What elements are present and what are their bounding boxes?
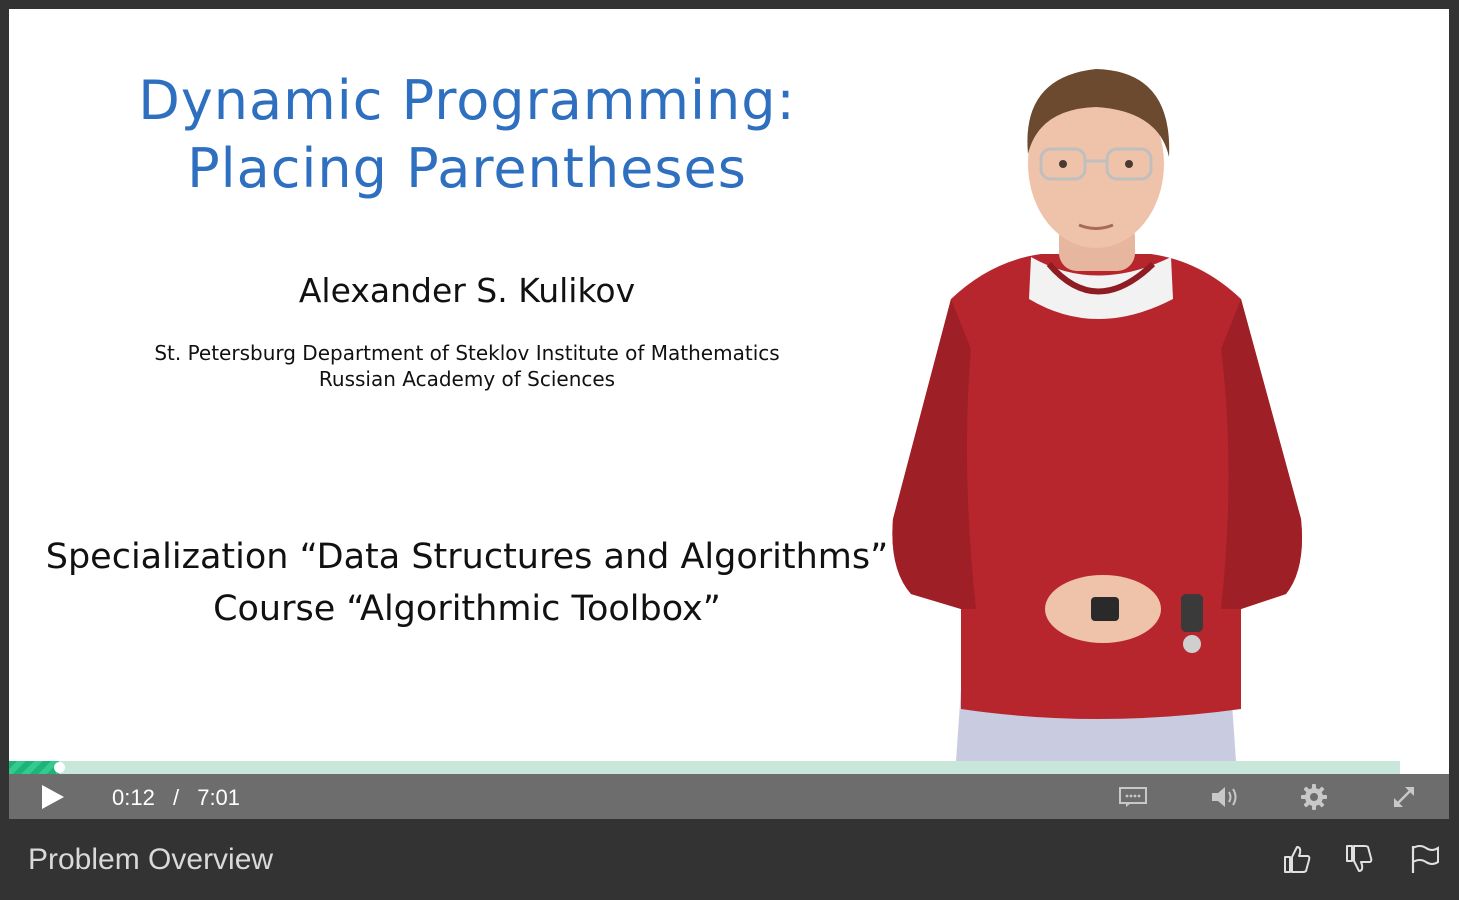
progress-fill — [9, 761, 59, 774]
volume-icon[interactable] — [1209, 781, 1241, 813]
thumbs-up-icon[interactable] — [1279, 839, 1315, 879]
thumbs-down-icon[interactable] — [1341, 839, 1377, 879]
time-separator: / — [172, 785, 180, 810]
gear-icon[interactable] — [1298, 781, 1330, 813]
current-time: 0:12 — [112, 785, 155, 810]
slide-title-line2: Placing Parentheses — [187, 137, 747, 200]
video-player[interactable]: Dynamic Programming: Placing Parentheses… — [9, 9, 1449, 819]
control-bar: 0:12 / 7:01 — [9, 774, 1449, 819]
slide-affiliation-line1: St. Petersburg Department of Steklov Ins… — [154, 341, 780, 365]
slide-author: Alexander S. Kulikov — [298, 271, 636, 310]
play-icon[interactable] — [37, 781, 69, 813]
presenter-image — [892, 69, 1302, 761]
fullscreen-icon[interactable] — [1388, 781, 1420, 813]
progress-scrubber[interactable] — [54, 762, 65, 773]
slide-specialization: Specialization “Data Structures and Algo… — [45, 537, 889, 577]
slide-course: Course “Algorithmic Toolbox” — [213, 589, 721, 629]
lesson-footer: Problem Overview — [0, 819, 1459, 900]
slide-title-line1: Dynamic Programming: — [138, 69, 796, 132]
time-display: 0:12 / 7:01 — [112, 785, 240, 811]
captions-icon[interactable] — [1117, 781, 1149, 813]
slide-affiliation-line2: Russian Academy of Sciences — [318, 367, 616, 391]
progress-bar[interactable] — [9, 761, 1400, 774]
flag-icon[interactable] — [1407, 839, 1443, 879]
lesson-title: Problem Overview — [28, 843, 274, 876]
video-frame[interactable]: Dynamic Programming: Placing Parentheses… — [9, 9, 1449, 761]
duration: 7:01 — [197, 785, 241, 810]
